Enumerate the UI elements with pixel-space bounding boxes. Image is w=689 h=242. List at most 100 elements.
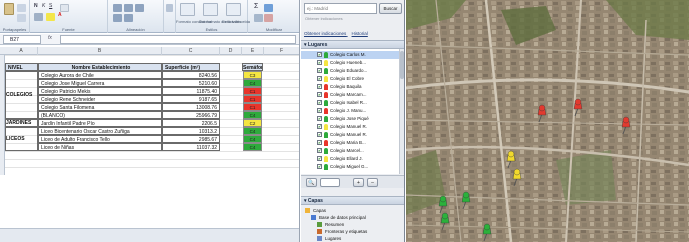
place-checkbox[interactable]: ✔	[317, 60, 322, 65]
place-checkbox[interactable]: ✔	[317, 84, 322, 89]
table-row-name[interactable]: Colegio Patricio Mekis	[38, 87, 162, 95]
remove-button[interactable]: –	[367, 178, 378, 187]
table-row-name[interactable]: Liceo de Niñas	[38, 143, 162, 151]
places-header[interactable]: ▾ Lugares	[301, 40, 404, 49]
table-row-area[interactable]: 11875.40	[162, 87, 220, 95]
conditional-format-icon[interactable]	[180, 3, 195, 16]
table-row-name[interactable]: Colegio Santa Filomena	[38, 103, 162, 111]
place-item[interactable]: ✔ Colegio El Cobre	[301, 75, 404, 83]
table-row-name[interactable]: Colegio Aurora de Chile	[38, 71, 162, 79]
align-left-icon[interactable]	[113, 4, 122, 12]
column-header-a[interactable]: A	[5, 47, 38, 55]
place-checkbox[interactable]: ✔	[317, 76, 322, 81]
semaforo-cell[interactable]: C4	[243, 127, 262, 135]
group-jardines[interactable]: JARDINES	[5, 119, 38, 127]
place-item[interactable]: ✔ Colegio Manuel R.	[301, 123, 404, 131]
group-colegios[interactable]: COLEGIOS	[5, 71, 38, 119]
semaforo-cell[interactable]: C4	[243, 143, 262, 151]
fill-color-icon[interactable]	[46, 13, 55, 21]
header-semaforo[interactable]: Semáforo	[242, 63, 263, 71]
table-row-name[interactable]: Colegio Rene Schneider	[38, 95, 162, 103]
font-size-box[interactable]	[60, 4, 69, 12]
cell-styles-icon[interactable]	[226, 3, 241, 16]
table-row-name[interactable]: Colegio Jose Miguel Carrera	[38, 79, 162, 87]
wrap-text-icon[interactable]	[113, 14, 122, 22]
paste-icon[interactable]	[4, 3, 14, 15]
header-superficie[interactable]: Superficie (m²)	[162, 63, 220, 71]
places-scrollbar[interactable]	[399, 49, 404, 174]
clear-icon[interactable]	[264, 14, 273, 22]
place-item[interactable]: ✔ Colegio Eduardo...	[301, 67, 404, 75]
column-header-f[interactable]: F	[264, 47, 299, 55]
sort-filter-icon[interactable]	[264, 4, 273, 12]
places-filter-input[interactable]	[320, 178, 340, 187]
cut-icon[interactable]	[17, 4, 26, 12]
autosum-icon[interactable]: Σ	[254, 3, 258, 10]
semaforo-cell[interactable]: C1	[243, 87, 262, 95]
table-row-area[interactable]: 9187.65	[162, 95, 220, 103]
copy-icon[interactable]	[17, 14, 26, 22]
italic-icon[interactable]: K	[42, 3, 45, 9]
align-right-icon[interactable]	[135, 4, 144, 12]
place-checkbox[interactable]: ✔	[317, 92, 322, 97]
place-checkbox[interactable]: ✔	[317, 68, 322, 73]
semaforo-cell[interactable]: C1	[243, 95, 262, 103]
table-row-area[interactable]: 25966.79	[162, 111, 220, 119]
search-button[interactable]: Buscar	[379, 3, 402, 14]
table-row-name[interactable]: Liceo de Adulto Francisco Tello	[38, 135, 162, 143]
table-row-area[interactable]: 8240.56	[162, 71, 220, 79]
place-item[interactable]: ✔ Colegio Jose Piqué	[301, 115, 404, 123]
place-checkbox[interactable]: ✔	[317, 116, 322, 121]
search-input[interactable]: ej.: Madrid	[304, 3, 377, 14]
map-canvas[interactable]	[406, 0, 689, 242]
tab-get-directions[interactable]: Obtener indicaciones	[304, 31, 346, 36]
place-item[interactable]: ✔ Colegio Carlos M.	[301, 51, 404, 59]
fill-icon[interactable]	[254, 14, 263, 22]
borders-icon[interactable]	[34, 13, 43, 21]
scrollbar-thumb[interactable]	[400, 51, 404, 79]
place-item[interactable]: ✔ Colegio Ellard J.	[301, 155, 404, 163]
name-box[interactable]: B27	[3, 35, 41, 44]
place-checkbox[interactable]: ✔	[317, 108, 322, 113]
place-item[interactable]: ✔ Colegio Hueneb...	[301, 59, 404, 67]
search-places-button[interactable]: 🔍	[306, 178, 317, 187]
table-row-area[interactable]: 5210.60	[162, 79, 220, 87]
place-checkbox[interactable]: ✔	[317, 100, 322, 105]
column-header-c[interactable]: C	[162, 47, 220, 55]
place-item[interactable]: ✔ Colegio Marcam...	[301, 91, 404, 99]
formula-input[interactable]	[60, 35, 296, 44]
place-item[interactable]: ✔ Colegio Isabel R...	[301, 99, 404, 107]
column-header-e[interactable]: E	[242, 47, 264, 55]
place-checkbox[interactable]: ✔	[317, 148, 322, 153]
align-center-icon[interactable]	[124, 4, 133, 12]
bold-icon[interactable]: N	[34, 3, 38, 9]
place-item[interactable]: ✔ Colegio Baquila	[301, 83, 404, 91]
place-item[interactable]: ✔ Colegio J. Manu...	[301, 107, 404, 115]
table-row-name[interactable]: (BLANCO)	[38, 111, 162, 119]
place-checkbox[interactable]: ✔	[317, 164, 322, 169]
table-row-name[interactable]: Jardín Infantil Padre Pío	[38, 119, 162, 127]
place-checkbox[interactable]: ✔	[317, 156, 322, 161]
places-list[interactable]: ✔ Colegio Carlos M. ✔ Colegio Hueneb... ✔ Col…	[301, 49, 404, 174]
table-row-area[interactable]: 2206.5	[162, 119, 220, 127]
place-item[interactable]: ✔ Colegio Marcel...	[301, 147, 404, 155]
place-item[interactable]: ✔ Colegio Maria B...	[301, 139, 404, 147]
table-row-area[interactable]: 13008.76	[162, 103, 220, 111]
semaforo-cell[interactable]: C4	[243, 111, 262, 119]
format-as-table-icon[interactable]	[203, 3, 218, 16]
column-header-b[interactable]: B	[38, 47, 162, 55]
group-liceos[interactable]: LICEOS	[5, 127, 38, 151]
place-checkbox[interactable]: ✔	[317, 132, 322, 137]
font-color-icon[interactable]: A	[58, 12, 62, 18]
sheet-tab-bar[interactable]	[0, 228, 299, 242]
column-header-d[interactable]: D	[220, 47, 242, 55]
satellite-map[interactable]	[406, 0, 689, 242]
place-checkbox[interactable]: ✔	[317, 52, 322, 57]
header-nivel[interactable]: NIVEL	[5, 63, 38, 71]
semaforo-cell[interactable]: C2	[243, 119, 262, 127]
fx-icon[interactable]: fx	[48, 35, 52, 41]
semaforo-cell[interactable]: C4	[243, 135, 262, 143]
place-item[interactable]: ✔ Colegio Miguel G...	[301, 163, 404, 171]
place-item[interactable]: ✔ Colegio Manuel R.	[301, 131, 404, 139]
underline-icon[interactable]: S	[49, 3, 52, 9]
